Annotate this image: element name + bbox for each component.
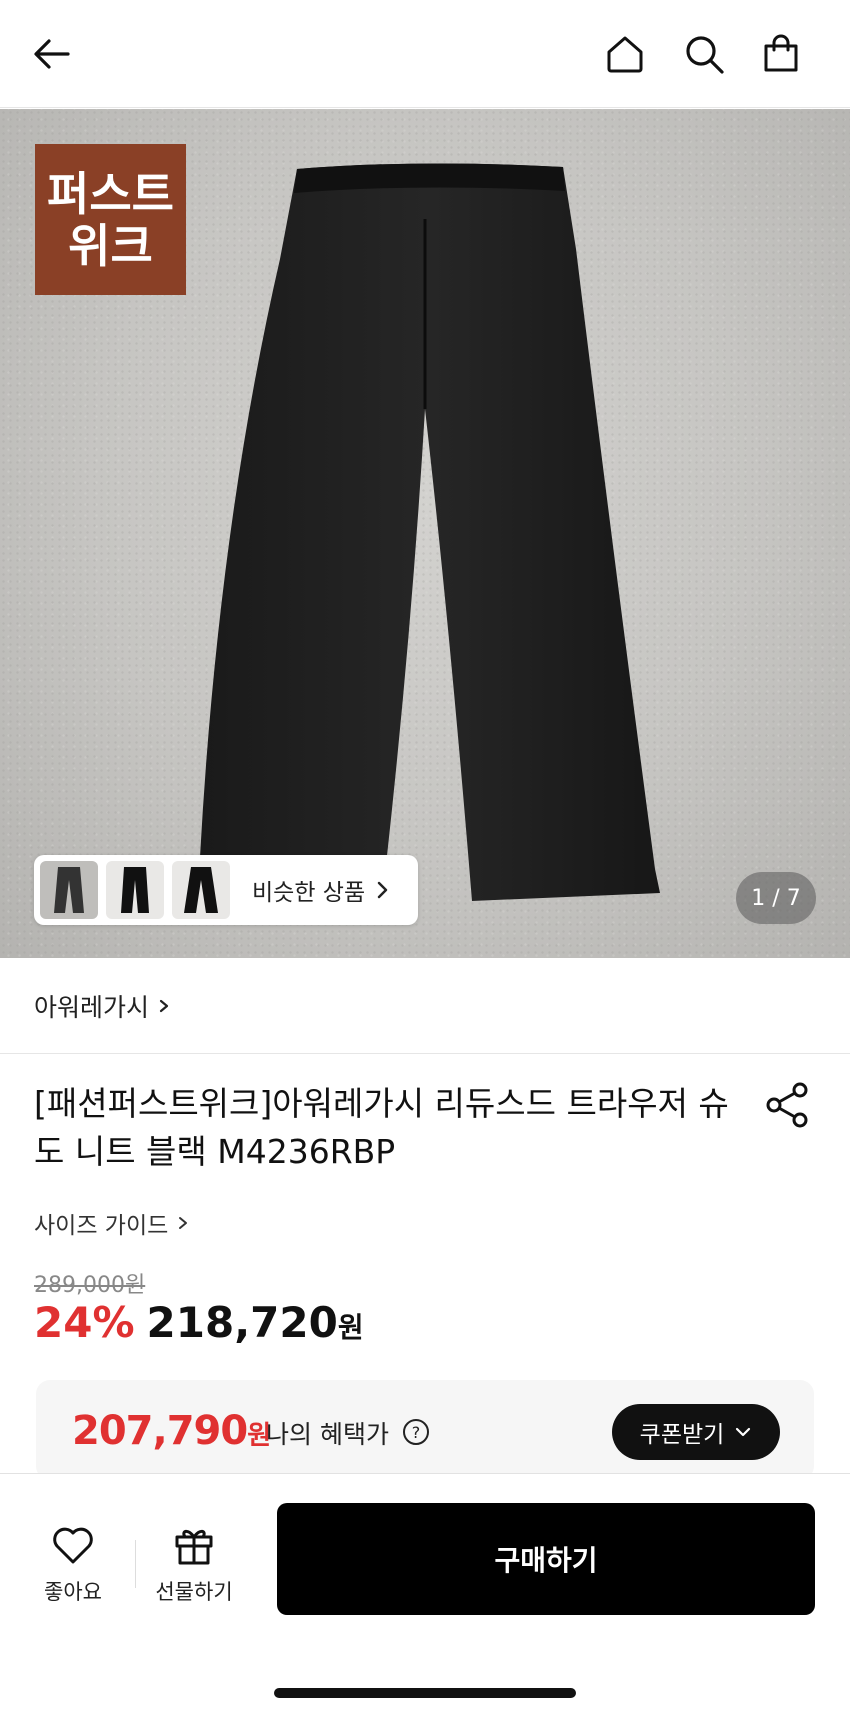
badge-text-line2: 위크 <box>68 218 153 273</box>
chevron-right-icon <box>159 999 169 1012</box>
share-icon[interactable] <box>762 1080 812 1130</box>
gift-label: 선물하기 <box>155 1580 233 1604</box>
home-icon[interactable] <box>599 28 651 80</box>
coupon-button-label: 쿠폰받기 <box>639 1422 725 1448</box>
like-button[interactable]: 좋아요 <box>18 1522 128 1606</box>
size-guide-link[interactable]: 사이즈 가이드 <box>34 1206 190 1240</box>
get-coupon-button[interactable]: 쿠폰받기 <box>612 1404 780 1460</box>
similar-thumbnail-1[interactable] <box>40 861 98 919</box>
size-guide-label: 사이즈 가이드 <box>34 1213 169 1239</box>
discount-rate: 24% <box>34 1298 135 1347</box>
svg-text:?: ? <box>412 1423 421 1442</box>
top-nav-bar <box>0 0 850 108</box>
search-icon[interactable] <box>678 28 730 80</box>
benefit-label: 나의 혜택가 <box>266 1420 389 1449</box>
benefit-price: 207,790원 <box>72 1408 271 1454</box>
similar-thumbnail-2[interactable] <box>106 861 164 919</box>
buy-button[interactable]: 구매하기 <box>277 1503 815 1615</box>
sale-price-unit: 원 <box>337 1311 364 1344</box>
gift-icon <box>175 1529 213 1565</box>
product-image-gallery[interactable]: 퍼스트 위크 비슷한 상품 1 / 7 <box>0 109 850 958</box>
divider <box>135 1540 136 1588</box>
chevron-down-icon <box>736 1427 751 1437</box>
sale-price: 218,720 <box>146 1298 338 1347</box>
benefit-price-value: 207,790 <box>72 1408 248 1454</box>
similar-products-label: 비슷한 상품 <box>252 880 366 906</box>
brand-link[interactable]: 아워레가시 <box>0 958 850 1054</box>
back-arrow-icon[interactable] <box>26 28 78 80</box>
similar-thumbnail-3[interactable] <box>172 861 230 919</box>
original-price: 289,000원 <box>34 1273 146 1298</box>
question-circle-icon[interactable]: ? <box>402 1418 430 1446</box>
product-title: [패션퍼스트위크]아워레가시 리듀스드 트라우저 슈도 니트 블랙 M4236R… <box>34 1084 729 1171</box>
like-label: 좋아요 <box>44 1580 102 1604</box>
heart-icon <box>53 1527 93 1564</box>
chevron-right-icon <box>179 1217 188 1229</box>
similar-products-button[interactable]: 비슷한 상품 <box>34 855 418 925</box>
sale-price-row: 24% 218,720 원 <box>34 1298 364 1347</box>
badge-text-line1: 퍼스트 <box>47 166 174 221</box>
brand-week-badge: 퍼스트 위크 <box>35 144 186 295</box>
gift-button[interactable]: 선물하기 <box>139 1522 249 1606</box>
shopping-bag-icon[interactable] <box>755 28 807 80</box>
bottom-action-bar: 좋아요 선물하기 구매하기 <box>0 1473 850 1713</box>
my-benefit-price-box: 207,790원 나의 혜택가 ? 쿠폰받기 <box>36 1380 814 1480</box>
image-counter: 1 / 7 <box>736 872 816 924</box>
brand-name: 아워레가시 <box>34 992 150 1022</box>
home-indicator <box>274 1688 576 1698</box>
chevron-right-icon <box>377 881 388 899</box>
